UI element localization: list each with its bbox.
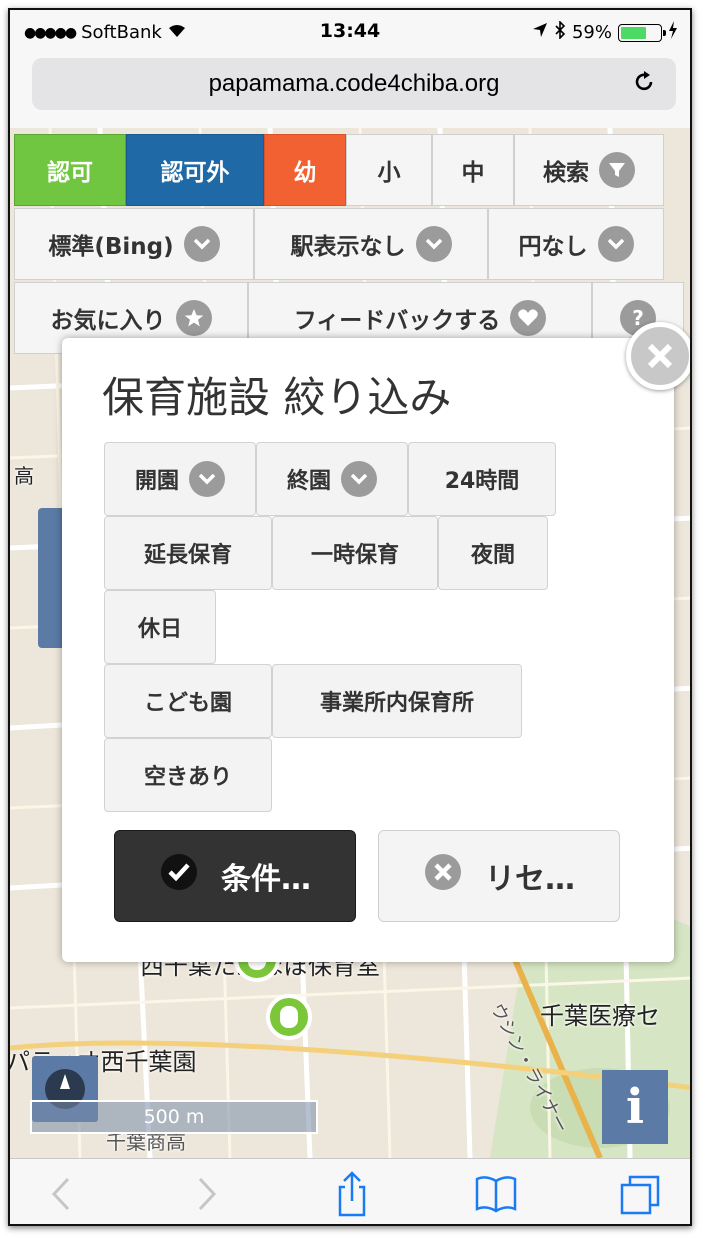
- chevron-down-icon: [183, 226, 220, 262]
- screenshot-frame: ●●●●● SoftBank 13:44 59% papamama.code4c…: [0, 0, 706, 1238]
- nursery-marker[interactable]: [266, 994, 312, 1040]
- dialog-close-button[interactable]: [626, 322, 690, 390]
- filter-dialog: 保育施設 絞り込み 開園 終園 24時間 延長保育 一時保育 夜間 休日 こども…: [62, 338, 674, 962]
- filter-extended-care[interactable]: 延長保育: [104, 516, 272, 590]
- close-time-label: 終園: [286, 469, 331, 494]
- phone-screen: ●●●●● SoftBank 13:44 59% papamama.code4c…: [8, 8, 692, 1226]
- info-button[interactable]: i: [602, 1070, 668, 1144]
- map-type-label: 標準(Bing): [48, 234, 174, 260]
- bookmarks-icon[interactable]: [472, 1171, 520, 1217]
- favorites-label: お気に入り: [50, 308, 166, 334]
- kindergarten-button[interactable]: 幼: [264, 134, 346, 206]
- chevron-down-icon: [597, 226, 634, 262]
- filter-workplace-nursery[interactable]: 事業所内保育所: [272, 664, 522, 738]
- close-time-select[interactable]: 終園: [256, 442, 408, 516]
- url-text: papamama.code4chiba.org: [208, 70, 500, 97]
- filter-24h[interactable]: 24時間: [408, 442, 556, 516]
- share-icon[interactable]: [328, 1171, 376, 1217]
- station-select[interactable]: 駅表示なし: [254, 208, 488, 280]
- search-button[interactable]: 検索: [514, 134, 664, 206]
- back-icon[interactable]: [38, 1171, 86, 1217]
- charging-icon: [668, 21, 678, 44]
- battery-percent: 59%: [571, 22, 612, 43]
- feedback-label: フィードバックする: [293, 308, 501, 334]
- scale-label: 500 m: [143, 1106, 205, 1128]
- map-label-edge: 高: [14, 464, 34, 488]
- open-time-label: 開園: [134, 469, 179, 494]
- chevron-down-icon: [415, 226, 452, 262]
- circle-label: 円なし: [518, 234, 588, 260]
- chevron-down-icon: [189, 461, 225, 497]
- status-bar: ●●●●● SoftBank 13:44 59%: [10, 10, 690, 50]
- filter-vacancy[interactable]: 空きあり: [104, 738, 272, 812]
- reload-icon[interactable]: [630, 68, 658, 96]
- forward-icon[interactable]: [182, 1171, 230, 1217]
- reset-button[interactable]: リセ…: [378, 830, 620, 922]
- map-type-select[interactable]: 標準(Bing): [14, 208, 254, 280]
- apply-label: 条件…: [221, 862, 311, 897]
- open-time-select[interactable]: 開園: [104, 442, 256, 516]
- address-bar[interactable]: papamama.code4chiba.org: [32, 58, 676, 110]
- filter-temporary-care[interactable]: 一時保育: [272, 516, 438, 590]
- close-circle-icon: [423, 852, 463, 900]
- browser-toolbar: [10, 1158, 690, 1224]
- bluetooth-icon: [554, 20, 566, 44]
- location-arrow-icon: [532, 22, 548, 43]
- search-label: 検索: [543, 160, 589, 186]
- dialog-title: 保育施設 絞り込み: [102, 373, 452, 422]
- filter-night-care[interactable]: 夜間: [438, 516, 548, 590]
- filter-icon: [599, 152, 635, 188]
- tabs-icon[interactable]: [616, 1171, 664, 1217]
- status-right: 59%: [532, 20, 678, 44]
- junior-high-button[interactable]: 中: [432, 134, 514, 206]
- elementary-button[interactable]: 小: [346, 134, 432, 206]
- filter-holiday[interactable]: 休日: [104, 590, 216, 664]
- battery-icon: [618, 23, 666, 42]
- apply-button[interactable]: 条件…: [114, 830, 356, 922]
- check-icon: [159, 852, 199, 900]
- filter-kodomoen[interactable]: こども園: [104, 664, 272, 738]
- heart-icon: [510, 300, 547, 336]
- map-label-hospital: 千葉医療セ: [540, 1002, 660, 1030]
- ninkagai-button[interactable]: 認可外: [126, 134, 264, 206]
- station-label: 駅表示なし: [290, 234, 406, 260]
- reset-label: リセ…: [485, 862, 575, 897]
- close-icon: [647, 343, 673, 369]
- filter-row-1: 認可 認可外 幼 小 中 検索: [14, 134, 664, 206]
- ninka-button[interactable]: 認可: [14, 134, 126, 206]
- star-icon: [175, 300, 212, 336]
- chevron-down-icon: [341, 461, 377, 497]
- filter-row-2: 標準(Bing) 駅表示なし 円なし: [14, 208, 664, 280]
- circle-select[interactable]: 円なし: [488, 208, 664, 280]
- map-scale: 500 m: [30, 1100, 318, 1134]
